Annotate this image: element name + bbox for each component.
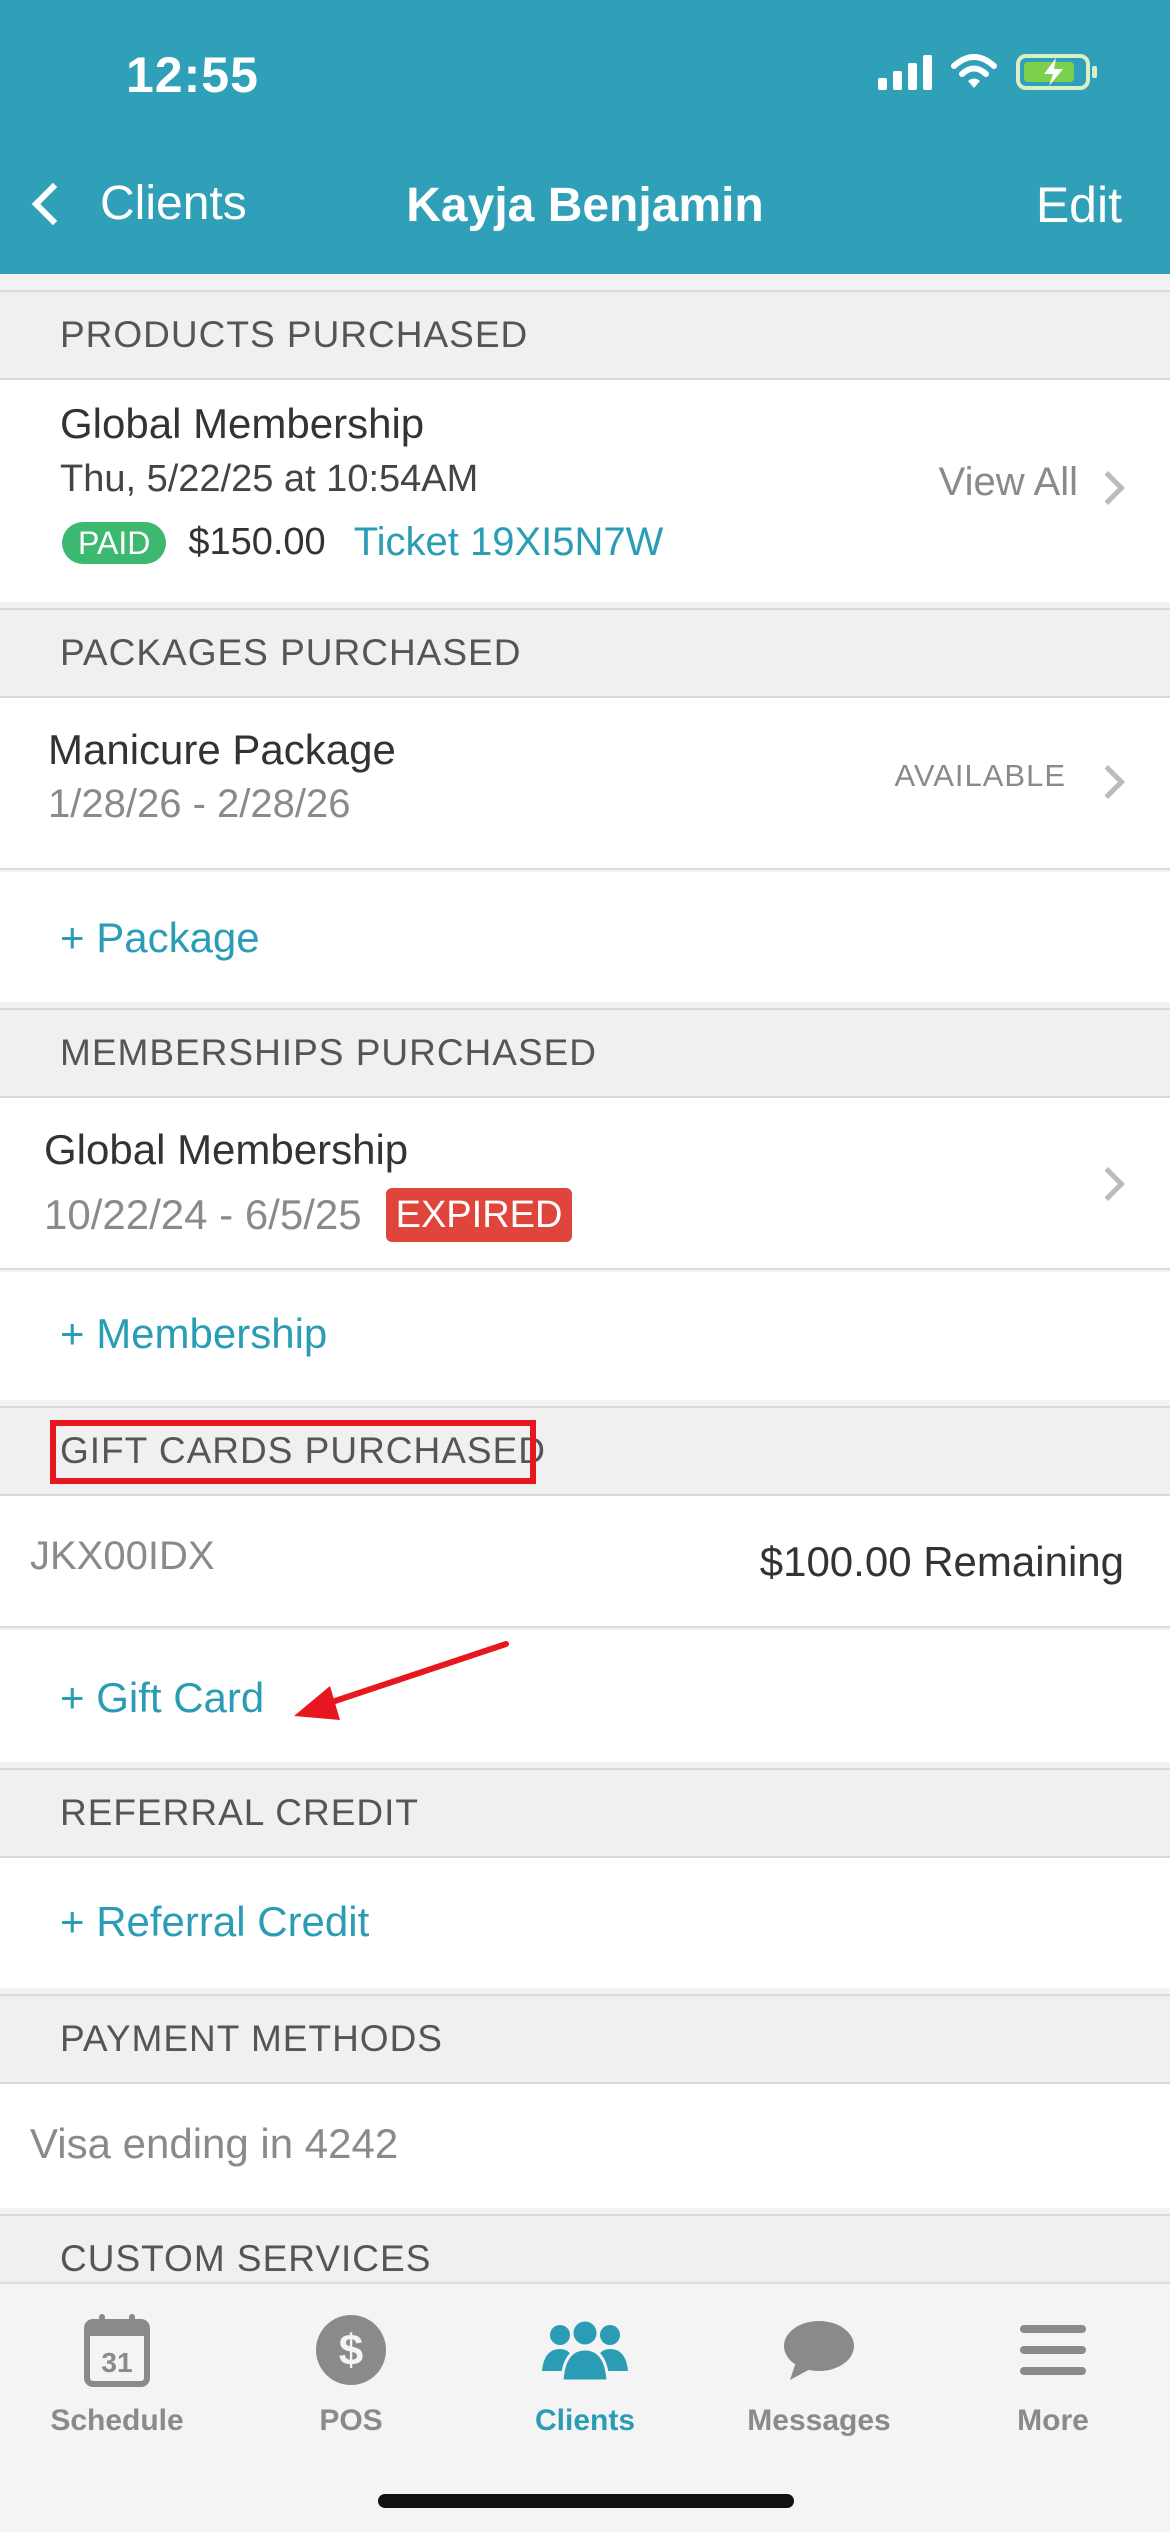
product-name: Global Membership (60, 400, 425, 447)
product-date: Thu, 5/22/25 at 10:54AM (60, 458, 479, 500)
cellular-signal-icon (878, 54, 932, 90)
tab-messages[interactable]: Messages (702, 2310, 936, 2438)
products-section-header: PRODUCTS PURCHASED (0, 290, 1170, 380)
package-name: Manicure Package (48, 726, 396, 773)
wifi-icon (951, 54, 997, 88)
package-dates: 1/28/26 - 2/28/26 (48, 782, 351, 826)
add-membership-label: + Membership (60, 1310, 328, 1357)
view-all-link[interactable]: View All (939, 460, 1078, 505)
ticket-link[interactable]: Ticket 19XI5N7W (354, 520, 664, 565)
add-referral-credit-label: + Referral Credit (60, 1898, 370, 1945)
navigation-header: 12:55 Clients Kayja Benjamin Edit (0, 0, 1170, 274)
add-gift-card-button[interactable]: + Gift Card (0, 1630, 1170, 1762)
tab-label: Clients (534, 2404, 636, 2437)
add-gift-card-label: + Gift Card (60, 1674, 265, 1721)
chevron-right-icon (1091, 471, 1125, 505)
gift-card-code: JKX00IDX (30, 1534, 215, 1578)
add-referral-credit-button[interactable]: + Referral Credit (0, 1858, 1170, 1988)
back-button[interactable]: Clients (26, 176, 247, 231)
package-status: AVAILABLE (894, 758, 1066, 793)
payment-card-label: Visa ending in 4242 (30, 2120, 399, 2167)
expired-badge: EXPIRED (385, 1188, 573, 1242)
battery-charging-icon (1016, 54, 1097, 90)
payment-section-header: PAYMENT METHODS (0, 1994, 1170, 2084)
calendar-day-number: 31 (101, 2347, 132, 2378)
tab-pos[interactable]: $ POS (234, 2310, 468, 2438)
tab-label: POS (319, 2404, 383, 2437)
tab-label: Schedule (50, 2404, 184, 2437)
add-package-button[interactable]: + Package (0, 872, 1170, 1002)
annotation-highlight-box (50, 1420, 536, 1484)
product-row[interactable]: Global Membership Thu, 5/22/25 at 10:54A… (0, 380, 1170, 602)
add-package-label: + Package (60, 914, 260, 961)
chevron-right-icon (1091, 765, 1125, 799)
dollar-icon: $ (234, 2310, 468, 2390)
annotation-arrow-icon (294, 1641, 509, 1720)
chevron-right-icon (1091, 1167, 1125, 1201)
custom-services-section-header: CUSTOM SERVICES (0, 2214, 1170, 2282)
status-time: 12:55 (126, 47, 259, 103)
gift-card-row[interactable]: JKX00IDX $100.00 Remaining (0, 1496, 1170, 1628)
home-indicator (378, 2494, 794, 2508)
menu-icon (936, 2310, 1170, 2390)
tab-label: Messages (747, 2404, 891, 2437)
clients-icon (468, 2310, 702, 2390)
back-label: Clients (100, 177, 247, 230)
calendar-icon: 31 (0, 2310, 234, 2390)
edit-button[interactable]: Edit (1036, 176, 1122, 234)
membership-row[interactable]: Global Membership 10/22/24 - 6/5/25 EXPI… (0, 1098, 1170, 1270)
gift-card-remaining: $100.00 Remaining (759, 1538, 1124, 1585)
referral-section-header: REFERRAL CREDIT (0, 1768, 1170, 1858)
membership-dates: 10/22/24 - 6/5/25 (44, 1191, 362, 1238)
chevron-left-icon (31, 182, 75, 225)
payment-method-row[interactable]: Visa ending in 4242 (0, 2084, 1170, 2208)
package-row[interactable]: Manicure Package 1/28/26 - 2/28/26 AVAIL… (0, 698, 1170, 870)
tab-schedule[interactable]: 31 Schedule (0, 2310, 234, 2438)
paid-badge: PAID (62, 521, 167, 564)
chat-bubble-icon (702, 2310, 936, 2390)
status-icons (878, 52, 1100, 92)
tab-clients[interactable]: Clients (468, 2310, 702, 2438)
add-membership-button[interactable]: + Membership (0, 1272, 1170, 1400)
membership-name: Global Membership (44, 1126, 409, 1173)
memberships-section-header: MEMBERSHIPS PURCHASED (0, 1008, 1170, 1098)
packages-section-header: PACKAGES PURCHASED (0, 608, 1170, 698)
client-detail-list[interactable]: PRODUCTS PURCHASED Global Membership Thu… (0, 274, 1170, 2282)
svg-text:$: $ (339, 2326, 363, 2375)
tab-more[interactable]: More (936, 2310, 1170, 2438)
product-amount: $150.00 (188, 521, 326, 563)
tab-label: More (1017, 2404, 1089, 2437)
